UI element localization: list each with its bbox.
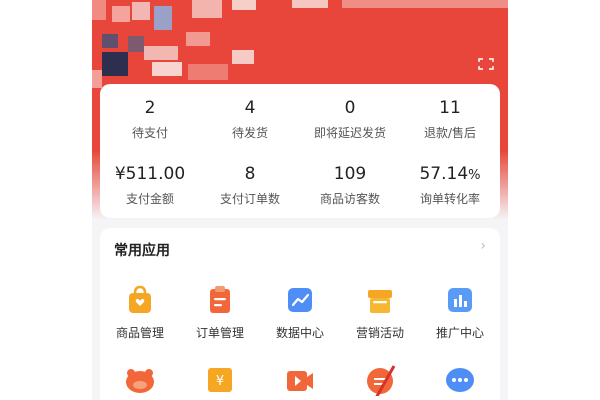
piggy-mascot-icon bbox=[124, 364, 156, 396]
common-apps-card: 常用应用 › 商品管理 订单管理 数据中心 营销活动 推广中心 ¥ bbox=[100, 228, 500, 400]
mosaic-block bbox=[92, 0, 106, 20]
stat-payment-amount[interactable]: ¥511.00 支付金额 bbox=[100, 164, 200, 207]
mosaic-block bbox=[112, 6, 130, 22]
stat-label: 支付金额 bbox=[125, 192, 174, 206]
bar-chart-icon bbox=[444, 284, 476, 316]
stat-pending-shipment[interactable]: 4 待发货 bbox=[200, 98, 300, 141]
mosaic-block bbox=[232, 0, 256, 10]
mosaic-block bbox=[154, 6, 172, 30]
stat-value: 8 bbox=[244, 164, 256, 184]
mosaic-block bbox=[192, 0, 222, 18]
message-bubble-icon bbox=[364, 364, 396, 399]
stat-value: 0 bbox=[344, 98, 356, 118]
stat-value: ¥511.00 bbox=[114, 164, 186, 184]
gift-box-icon bbox=[364, 284, 396, 316]
stat-product-visitors[interactable]: 109 商品访客数 bbox=[300, 164, 400, 207]
mosaic-block bbox=[342, 0, 508, 8]
app-order-management[interactable]: 订单管理 bbox=[180, 284, 260, 341]
mosaic-block bbox=[144, 46, 178, 60]
stat-paid-orders[interactable]: 8 支付订单数 bbox=[200, 164, 300, 207]
mosaic-block bbox=[92, 70, 102, 88]
stat-number: 57.14 bbox=[419, 164, 469, 184]
section-title: 常用应用 bbox=[114, 243, 170, 259]
app-row2-item[interactable] bbox=[340, 364, 420, 399]
app-product-management[interactable]: 商品管理 bbox=[100, 284, 180, 341]
mosaic-block bbox=[232, 50, 254, 64]
coupon-icon: ¥ bbox=[204, 364, 236, 396]
percent-unit: % bbox=[468, 168, 481, 183]
stat-inquiry-conversion[interactable]: 57.14% 询单转化率 bbox=[400, 164, 500, 207]
app-row2-item[interactable]: ¥ bbox=[180, 364, 260, 396]
phone-screen: 2 待支付 4 待发货 0 即将延迟发货 11 退款/售后 ¥511.00 支付… bbox=[92, 0, 508, 400]
stat-label: 商品访客数 bbox=[319, 192, 380, 206]
stat-label: 待支付 bbox=[131, 126, 168, 140]
mosaic-block bbox=[102, 52, 128, 76]
app-label: 订单管理 bbox=[195, 326, 244, 340]
stat-pending-payment[interactable]: 2 待支付 bbox=[100, 98, 200, 141]
app-row2-item[interactable] bbox=[260, 364, 340, 396]
mosaic-block bbox=[152, 62, 182, 76]
mosaic-block bbox=[132, 2, 150, 20]
svg-text:¥: ¥ bbox=[216, 374, 224, 389]
clipboard-icon bbox=[204, 284, 236, 316]
stat-value: 4 bbox=[244, 98, 256, 118]
line-chart-icon bbox=[284, 284, 316, 316]
app-promotion-center[interactable]: 推广中心 bbox=[420, 284, 500, 341]
mosaic-block bbox=[186, 32, 210, 46]
app-data-center[interactable]: 数据中心 bbox=[260, 284, 340, 341]
mosaic-block bbox=[128, 36, 144, 52]
app-row2-item[interactable] bbox=[420, 364, 500, 396]
shopping-bag-icon bbox=[124, 284, 156, 316]
video-play-icon bbox=[284, 364, 316, 396]
app-row2-item[interactable] bbox=[100, 364, 180, 396]
stat-value: 11 bbox=[439, 98, 461, 118]
stat-label: 待发货 bbox=[231, 126, 268, 140]
stat-label: 即将延迟发货 bbox=[313, 126, 386, 140]
app-label: 数据中心 bbox=[275, 326, 324, 340]
stats-card: 2 待支付 4 待发货 0 即将延迟发货 11 退款/售后 ¥511.00 支付… bbox=[100, 84, 500, 218]
chevron-right-icon[interactable]: › bbox=[480, 238, 486, 254]
app-label: 推广中心 bbox=[435, 326, 484, 340]
mosaic-block bbox=[188, 64, 228, 80]
mosaic-block bbox=[102, 34, 118, 48]
stat-label: 支付订单数 bbox=[219, 192, 280, 206]
app-label: 营销活动 bbox=[355, 326, 404, 340]
stat-value: 2 bbox=[144, 98, 156, 118]
stat-value: 109 bbox=[333, 164, 367, 184]
app-marketing-activities[interactable]: 营销活动 bbox=[340, 284, 420, 341]
stat-label: 询单转化率 bbox=[419, 192, 480, 206]
stat-refund-aftersale[interactable]: 11 退款/售后 bbox=[400, 98, 500, 141]
stat-value: 57.14% bbox=[400, 164, 500, 184]
scan-icon[interactable] bbox=[478, 58, 494, 70]
stat-delayed-shipment[interactable]: 0 即将延迟发货 bbox=[300, 98, 400, 141]
chat-dots-icon bbox=[444, 364, 476, 396]
stat-label: 退款/售后 bbox=[423, 126, 477, 140]
app-label: 商品管理 bbox=[115, 326, 164, 340]
mosaic-block bbox=[292, 0, 328, 8]
